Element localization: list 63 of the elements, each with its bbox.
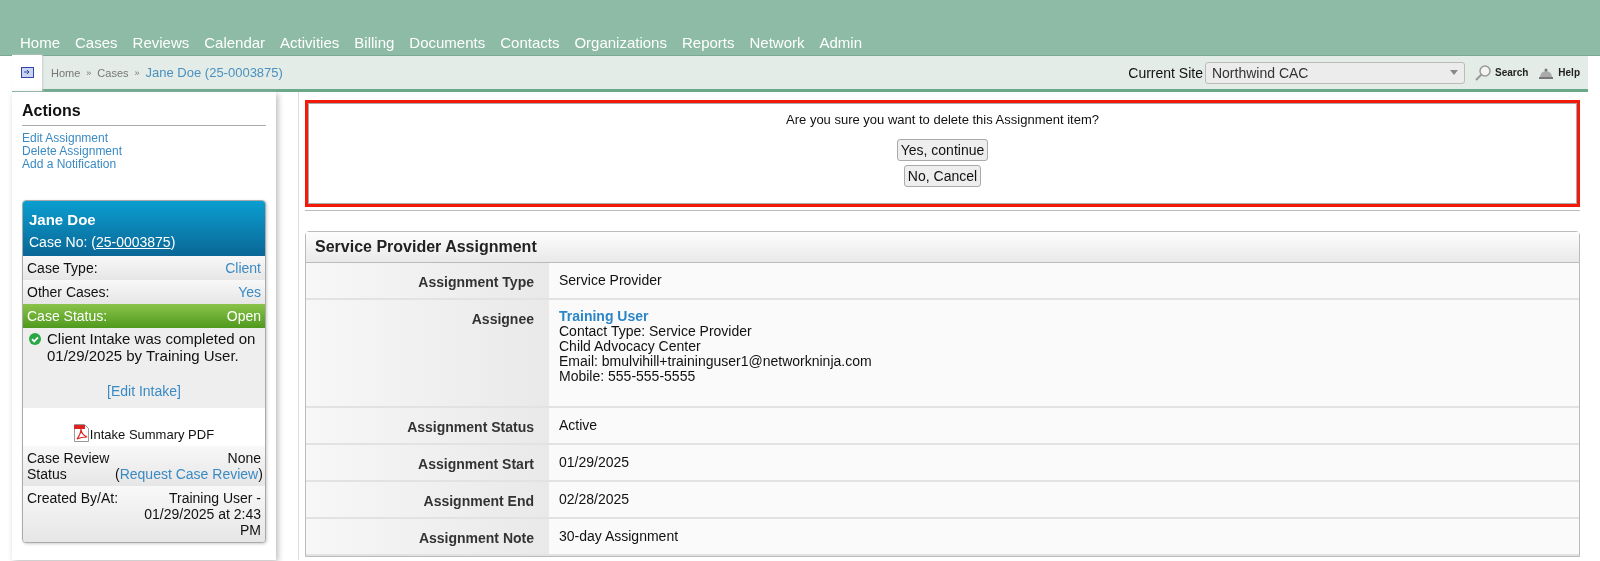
field-label: Assignment Type	[306, 263, 549, 298]
section-heading: Actions	[22, 102, 266, 126]
action-link[interactable]: Add a Notification	[22, 158, 266, 171]
nav-link[interactable]: Calendar	[204, 34, 266, 52]
case-number-text: Case No: (25-0003875)	[29, 234, 177, 250]
nav-link[interactable]: Documents	[409, 34, 486, 52]
field-value: Training User - 01/29/2025 at 2:43 PM	[143, 490, 261, 538]
contact-detail: Mobile: 555-555-5555	[559, 369, 696, 384]
cancel-button[interactable]: No, Cancel	[903, 165, 982, 187]
confirm-message: Are you sure you want to delete this Assignment item?	[786, 112, 1099, 127]
field-label: Case Review Status	[27, 450, 111, 482]
action-link[interactable]: Delete Assignment	[22, 145, 266, 158]
contact-detail: Child Advocacy Center	[559, 339, 702, 354]
action-link[interactable]: Edit Assignment	[22, 132, 266, 145]
field-value: Active	[549, 408, 1579, 443]
nav-link[interactable]: Admin	[819, 34, 863, 52]
field-label: Assignment Note	[306, 519, 549, 554]
breadcrumb-link[interactable]: Jane Doe (25-0003875)	[145, 65, 283, 80]
edit-intake-link[interactable]: [Edit Intake]	[107, 383, 181, 399]
case-number-link[interactable]: 25-0003875	[95, 234, 171, 250]
contact-detail: Contact Type: Service Provider	[559, 324, 753, 339]
field-label: Assignment End	[306, 482, 549, 517]
nav-link[interactable]: Organizations	[574, 34, 667, 52]
field-label: Assignee	[306, 300, 549, 406]
breadcrumb-separator: »	[86, 67, 92, 78]
field-value: 01/29/2025	[549, 445, 1579, 480]
nav-link[interactable]: Home	[20, 34, 60, 52]
breadcrumb-separator: »	[134, 67, 140, 78]
intake-note: Client Intake was completed on 01/29/2025 by Training User.	[47, 330, 257, 364]
nav-link[interactable]: Activities	[280, 34, 340, 52]
nav-link[interactable]: Billing	[354, 34, 395, 52]
field-value: None (Request Case Review)	[115, 450, 261, 482]
nav-link[interactable]: Network	[749, 34, 805, 52]
site-label: Current Site	[1128, 64, 1203, 81]
field-link[interactable]: Yes	[238, 284, 261, 300]
field-label: Case Status:	[27, 308, 108, 324]
search-button[interactable]: Search	[1474, 64, 1529, 81]
field-link[interactable]: Client	[225, 260, 261, 276]
nav-link[interactable]: Reviews	[132, 34, 190, 52]
help-button[interactable]: Help	[1538, 65, 1580, 80]
contact-detail: Email: bmulvihill+traininguser1@networkninja.com	[559, 354, 873, 369]
field-label: Created By/At:	[27, 490, 119, 506]
breadcrumb-link[interactable]: Home	[51, 66, 81, 79]
field-label: Assignment Start	[306, 445, 549, 480]
confirm-button[interactable]: Yes, continue	[896, 139, 989, 161]
pdf-icon	[73, 424, 89, 442]
field-label: Case Type:	[27, 260, 98, 276]
field-value: Open	[226, 308, 261, 324]
client-name: Jane Doe	[29, 211, 97, 228]
request-review-link[interactable]: Request Case Review	[119, 466, 259, 482]
panel-title: Service Provider Assignment	[306, 232, 1579, 263]
assignee-link[interactable]: Training User	[559, 309, 1569, 324]
check-icon	[29, 333, 41, 345]
nav-link[interactable]: Cases	[75, 34, 118, 52]
nav-link[interactable]: Contacts	[500, 34, 560, 52]
field-label: Assignment Status	[306, 408, 549, 443]
breadcrumb-link[interactable]: Cases	[97, 66, 129, 79]
field-value: 30-day Assignment	[549, 519, 1579, 554]
nav-link[interactable]: Reports	[681, 34, 735, 52]
page-icon[interactable]	[20, 67, 34, 78]
field-value: 02/28/2025	[549, 482, 1579, 517]
field-label: Other Cases:	[27, 284, 110, 300]
field-value: Service Provider	[549, 263, 1579, 298]
